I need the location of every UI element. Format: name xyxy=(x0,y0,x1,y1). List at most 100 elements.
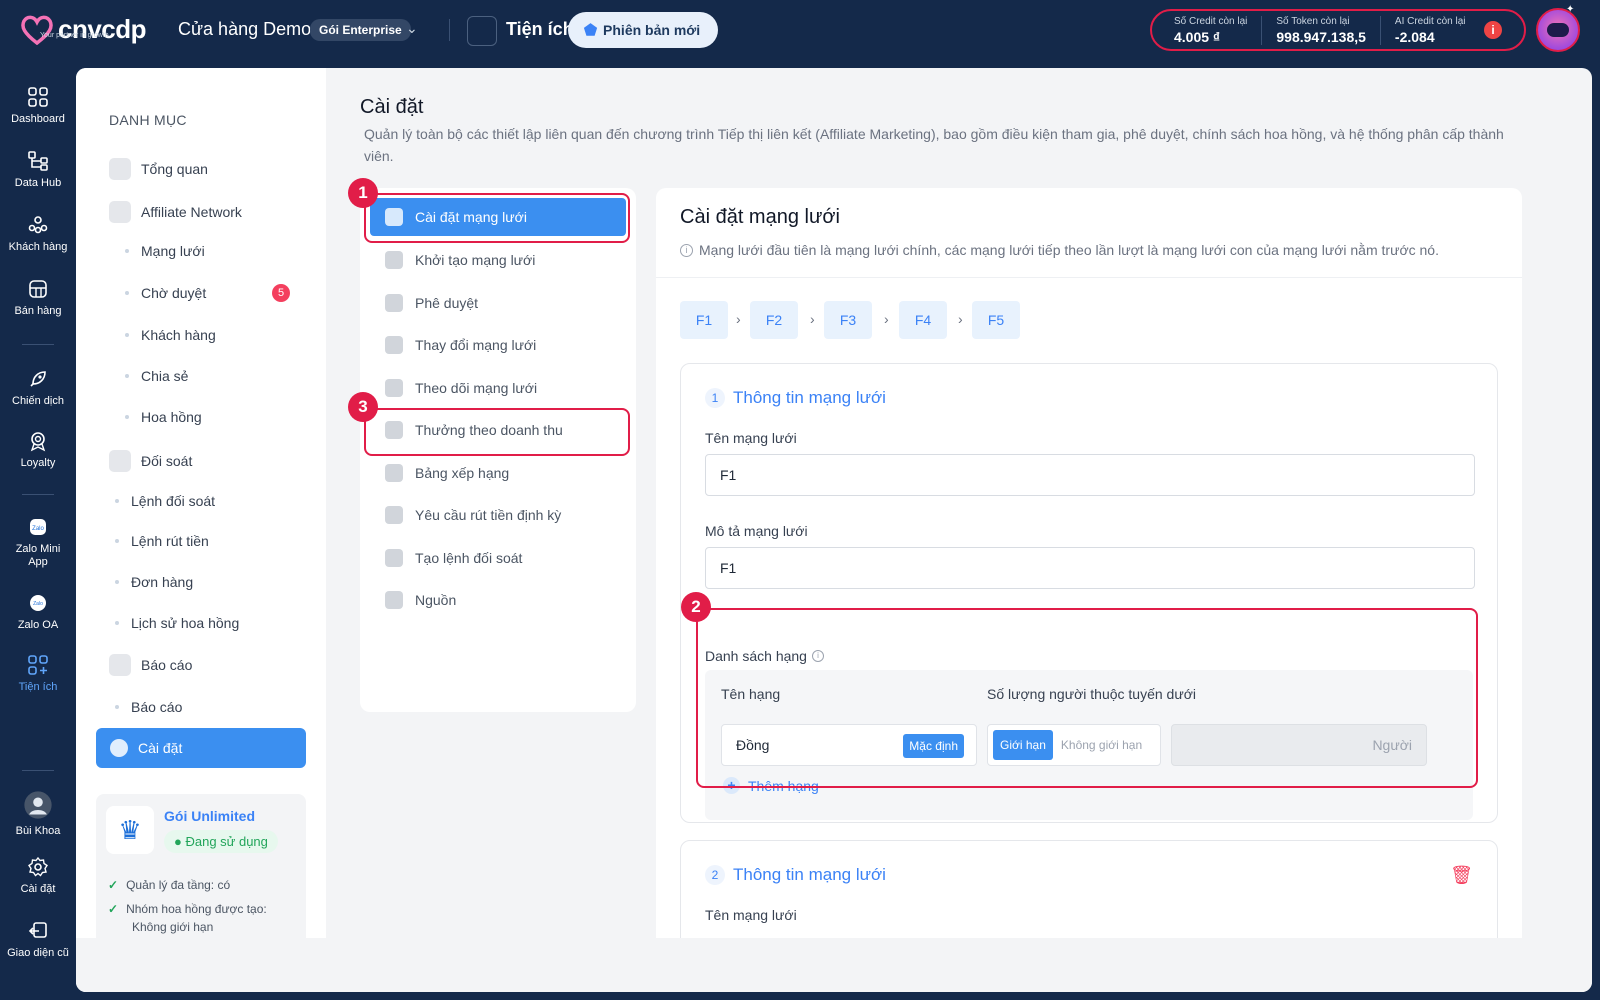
menu-item-approval[interactable]: Phê duyệt xyxy=(370,284,626,322)
ai-credit-label: AI Credit còn lại xyxy=(1394,15,1466,27)
chevron-down-icon[interactable]: ⌄ xyxy=(406,20,418,37)
ai-credit-balance: AI Credit còn lại -2.084 xyxy=(1395,16,1480,45)
chart-icon xyxy=(109,654,131,676)
leaderboard-icon xyxy=(385,464,403,482)
new-version-button[interactable]: ⬟ Phiên bản mới xyxy=(568,12,719,48)
menu-item-label: Tạo lệnh đối soát xyxy=(415,550,523,566)
sidebar-item-customers[interactable]: Khách hàng xyxy=(125,327,216,343)
menu-item-create-network[interactable]: Khởi tạo mạng lưới xyxy=(370,241,626,279)
token-value: 998.947.138,5 xyxy=(1276,28,1366,45)
sidebar-item-orders[interactable]: Đơn hàng xyxy=(115,574,193,590)
rail-label: Data Hub xyxy=(14,177,62,189)
sidebar-item-reconciliation[interactable]: Đối soát xyxy=(109,450,192,472)
credit-value: 4.005 ₫ xyxy=(1174,28,1221,45)
sidebar-item-withdrawals[interactable]: Lệnh rút tiền xyxy=(115,533,209,549)
plan-name[interactable]: Gói Unlimited xyxy=(164,808,255,824)
sidebar-item-reconciliation-orders[interactable]: Lệnh đối soát xyxy=(115,493,215,509)
rail-item-campaigns[interactable]: Chiến dịch xyxy=(0,368,76,407)
sidebar-item-label: Lệnh rút tiền xyxy=(131,533,209,549)
network-name-label: Tên mạng lưới xyxy=(705,907,797,923)
sidebar-item-affiliate-network[interactable]: Affiliate Network xyxy=(109,201,242,223)
edit-icon xyxy=(385,251,403,269)
rail-item-loyalty[interactable]: Loyalty xyxy=(0,430,76,469)
sidebar-item-label: Đối soát xyxy=(141,453,193,469)
step-f3[interactable]: F3 xyxy=(824,301,872,339)
sidebar-item-settings[interactable]: Cài đặt xyxy=(96,728,306,768)
sales-icon xyxy=(29,280,47,298)
star-icon: ⬟ xyxy=(584,22,598,39)
logo[interactable]: cnvcdp xyxy=(20,14,147,45)
menu-item-track-network[interactable]: Theo dõi mạng lưới xyxy=(370,369,626,407)
category-title: DANH MỤC xyxy=(109,112,187,128)
rail-item-old-ui[interactable]: Giao diện cũ xyxy=(0,920,76,959)
step-f2[interactable]: F2 xyxy=(750,301,798,339)
sidebar-item-overview[interactable]: Tổng quan xyxy=(109,158,208,180)
sidebar-item-pending[interactable]: Chờ duyệt xyxy=(125,285,206,301)
chevron-right-icon: › xyxy=(810,311,815,327)
rail-item-dashboard[interactable]: Dashboard xyxy=(0,86,76,125)
menu-item-periodic-withdrawal[interactable]: Yêu cầu rút tiền định kỳ xyxy=(370,496,626,534)
plan-badge[interactable]: Gói Enterprise xyxy=(310,19,411,41)
bullet xyxy=(115,580,119,584)
bullet xyxy=(125,249,129,253)
store-name[interactable]: Cửa hàng Demo xyxy=(178,19,311,40)
step-f4[interactable]: F4 xyxy=(899,301,947,339)
sidebar-item-share[interactable]: Chia sẻ xyxy=(125,368,188,384)
plan-feature-label: Quản lý đa tầng: có xyxy=(126,878,231,892)
rail-item-utilities[interactable]: Tiện ích xyxy=(0,654,76,693)
tools-label[interactable]: Tiện ích xyxy=(506,19,574,40)
section-title: Thông tin mạng lưới xyxy=(733,865,886,884)
sidebar-item-commission[interactable]: Hoa hồng xyxy=(125,409,202,425)
sidebar-item-reports[interactable]: Báo cáo xyxy=(115,699,182,715)
token-balance: Số Token còn lại 998.947.138,5 xyxy=(1276,15,1381,45)
step-f5[interactable]: F5 xyxy=(972,301,1020,339)
sidebar-item-label: Báo cáo xyxy=(141,657,193,673)
info-icon[interactable]: i xyxy=(1484,21,1502,39)
trash-icon[interactable]: 🗑 xyxy=(1450,865,1473,886)
rail-item-sales[interactable]: Bán hàng xyxy=(0,278,76,317)
sidebar-item-network[interactable]: Mạng lưới xyxy=(125,243,205,259)
section-number: 1 xyxy=(705,388,725,408)
step-f1[interactable]: F1 xyxy=(680,301,728,339)
overview-icon xyxy=(109,158,131,180)
divider xyxy=(656,277,1522,278)
network-desc-input[interactable]: F1 xyxy=(705,547,1475,589)
rail-item-settings[interactable]: Cài đặt xyxy=(0,856,76,895)
logo-text: cnvcdp xyxy=(58,14,147,44)
plan-feature: ✓ Quản lý đa tầng: có xyxy=(108,876,298,894)
ai-credit-value: -2.084 xyxy=(1394,28,1435,45)
heart-logo-icon xyxy=(21,15,53,45)
rail-item-zalo-oa[interactable]: Zalo Zalo OA xyxy=(0,592,76,631)
rail-item-customers[interactable]: Khách hàng xyxy=(0,214,76,253)
highlight-box-1 xyxy=(364,193,630,243)
bullet xyxy=(115,621,119,625)
logo-tagline: Your partner in growth xyxy=(40,32,109,39)
tools-box-icon[interactable] xyxy=(467,16,497,46)
divider xyxy=(449,19,450,41)
rocket-icon xyxy=(30,371,46,387)
menu-item-change-network[interactable]: Thay đổi mạng lưới xyxy=(370,326,626,364)
network-name-input[interactable]: F1 xyxy=(705,454,1475,496)
rail-item-zalo-mini-app[interactable]: Zalo Zalo Mini App xyxy=(0,516,76,569)
menu-item-create-reconciliation[interactable]: Tạo lệnh đối soát xyxy=(370,539,626,577)
content-area: Cài đặt Quản lý toàn bộ các thiết lập li… xyxy=(326,68,1592,992)
rail-item-data-hub[interactable]: Data Hub xyxy=(0,150,76,189)
page-title: Cài đặt xyxy=(360,96,424,118)
rail-item-profile[interactable]: Bùi Khoa xyxy=(0,790,76,837)
menu-item-leaderboard[interactable]: Bảng xếp hạng xyxy=(370,454,626,492)
highlight-box-2 xyxy=(696,608,1478,788)
dashboard-icon xyxy=(28,87,48,107)
utilities-icon xyxy=(28,655,48,675)
plan-feature: ✓ Nhóm hoa hồng được tạo: Không giới hạn xyxy=(108,900,288,936)
pending-count-badge: 5 xyxy=(272,284,290,302)
credit-summary: Số Credit còn lại 4.005 ₫ Số Token còn l… xyxy=(1150,9,1526,51)
data-hub-icon xyxy=(28,151,48,171)
check-icon: ✓ xyxy=(108,878,119,892)
sidebar-item-label: Tổng quan xyxy=(141,161,208,177)
sidebar-item-commission-history[interactable]: Lịch sử hoa hồng xyxy=(115,615,239,631)
sidebar-item-label: Chia sẻ xyxy=(141,368,189,384)
sidebar-item-reports-group[interactable]: Báo cáo xyxy=(109,654,192,676)
bullet xyxy=(125,374,129,378)
menu-item-source[interactable]: Nguồn xyxy=(370,581,626,619)
sidebar-item-label: Mạng lưới xyxy=(141,243,205,259)
